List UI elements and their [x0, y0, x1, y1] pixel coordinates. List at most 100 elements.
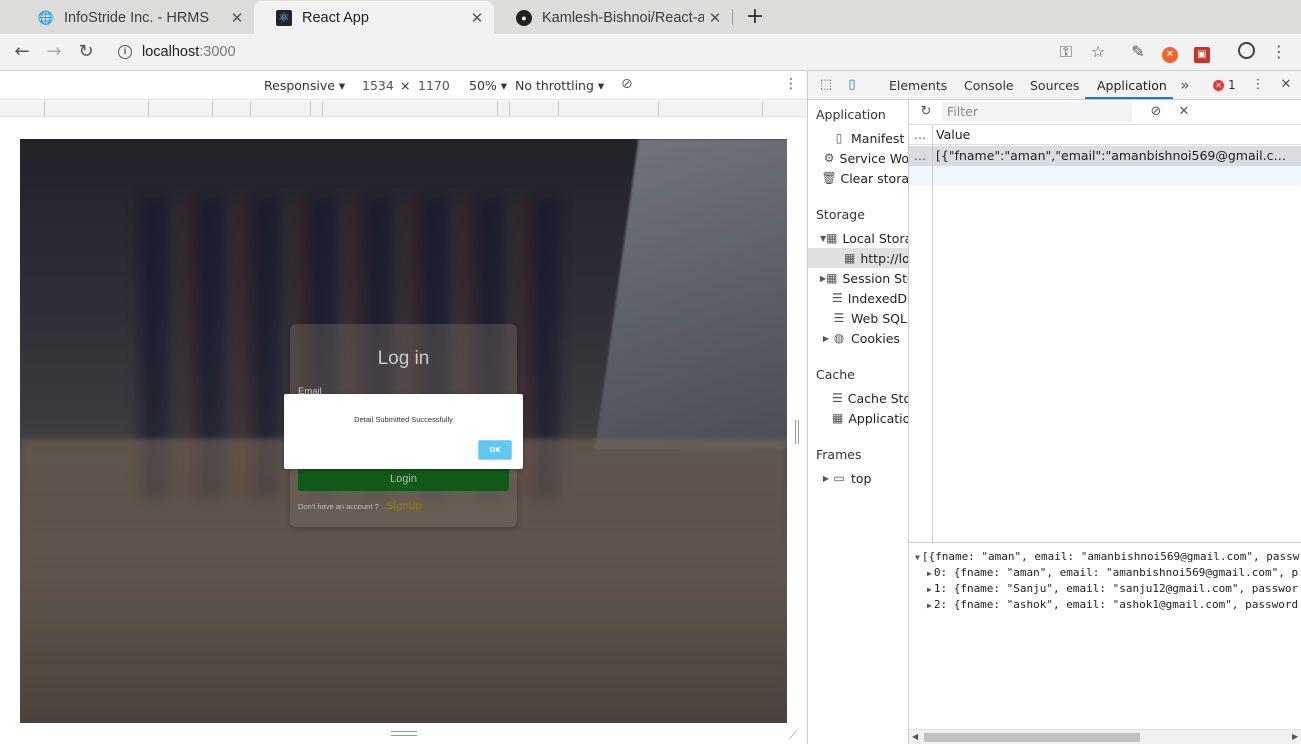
eyedropper-icon[interactable]: ✎	[1127, 42, 1149, 62]
more-tabs-icon[interactable]: »	[1176, 77, 1194, 93]
filter-input[interactable]: Filter	[942, 102, 1132, 122]
grid-icon: ▦	[844, 251, 856, 265]
database-icon: ☰	[832, 391, 843, 405]
info-icon[interactable]: i	[118, 45, 132, 59]
sidebar-item-local-storage[interactable]: ▼ ▦ Local Stora	[808, 228, 908, 248]
tab-console[interactable]: Console	[964, 78, 1014, 93]
throttling-select[interactable]: No throttling ▾	[515, 78, 604, 93]
tab-application[interactable]: Application	[1097, 78, 1167, 93]
preview-root-line[interactable]: ▼ [{fname: "aman", email: "amanbishnoi569…	[915, 550, 1299, 563]
signup-link[interactable]: SignUp	[387, 501, 422, 512]
inspect-element-icon[interactable]: ⬚	[817, 77, 835, 93]
key-icon[interactable]: ⚿	[1055, 42, 1077, 62]
sidebar-item-cookies[interactable]: ▶ ◍ Cookies	[808, 328, 908, 348]
table-header: ... Value	[909, 125, 1301, 145]
horizontal-scrollbar[interactable]: ◀ ▶	[909, 729, 1301, 744]
devtools-panel: ⬚ ▯ Elements Console Sources Application…	[807, 71, 1301, 744]
sidebar-item-service-workers[interactable]: ⚙ Service Wo	[808, 148, 908, 168]
sidebar-item-session-storage[interactable]: ▶ ▦ Session Sto	[808, 268, 908, 288]
application-sidebar: Application ▯ Manifest ⚙ Service Wo 🗑 Clear…	[808, 100, 909, 744]
preview-item-1[interactable]: ▶ 1: {fname: "Sanju", email: "sanju12@gma…	[927, 582, 1298, 595]
expand-closed-icon[interactable]: ▶	[820, 474, 832, 483]
local-storage-table: ... Value ... [{"fname":"aman","email":"…	[909, 125, 1301, 543]
section-storage-title: Storage	[816, 207, 865, 222]
block-icon[interactable]: ⊘	[1148, 104, 1164, 120]
column-divider[interactable]	[932, 125, 933, 543]
sidebar-item-web-sql[interactable]: ☰ Web SQL	[808, 308, 908, 328]
alert-ok-button[interactable]: OK	[478, 440, 512, 460]
expand-closed-icon[interactable]: ▶	[820, 334, 832, 343]
close-icon[interactable]: ✕	[704, 9, 726, 27]
sidebar-item-local-storage-origin[interactable]: ▦ http://lo	[808, 248, 908, 268]
browser-tab-hrms[interactable]: 🌐 InfoStride Inc. - HRMS ✕	[16, 1, 254, 34]
device-menu-dots-icon[interactable]: ⋮	[784, 76, 798, 92]
sidebar-item-frame-top[interactable]: ▶ ▭ top	[808, 468, 908, 488]
emulated-page: Log in Email Login Don't have an account…	[20, 139, 787, 723]
url-port: :3000	[199, 44, 236, 60]
reload-icon[interactable]: ↻	[74, 41, 98, 63]
storage-filter-bar: ↻ Filter ⊘ ✕	[909, 100, 1301, 125]
trash-icon: 🗑	[821, 171, 837, 185]
scrollbar-thumb[interactable]	[924, 733, 1140, 742]
value-column-header[interactable]: Value	[936, 127, 970, 142]
device-toolbar: Responsive ▾ 1534 × 1170 50% ▾ No thrott…	[0, 71, 807, 100]
preview-item-0[interactable]: ▶ 0: {fname: "aman", email: "amanbishnoi5…	[927, 566, 1298, 579]
new-tab-button[interactable]: +	[744, 4, 766, 30]
menu-dots-icon[interactable]: ⋮	[1268, 42, 1290, 62]
delete-selected-icon[interactable]: ✕	[1176, 104, 1192, 120]
media-query-ruler[interactable]	[0, 101, 807, 117]
section-application-title: Application	[816, 107, 886, 122]
table-row-empty[interactable]	[909, 166, 1301, 186]
scroll-left-arrow-icon[interactable]: ◀	[912, 732, 918, 741]
viewport-height-input[interactable]: 1170	[418, 78, 450, 93]
forward-arrow-icon[interactable]: →	[42, 41, 66, 63]
extension-orange-icon[interactable]: ✕	[1159, 42, 1181, 63]
star-icon[interactable]: ☆	[1087, 42, 1109, 62]
login-button[interactable]: Login	[298, 467, 509, 491]
sidebar-item-cache-storage[interactable]: ☰Cache Stora	[808, 388, 908, 408]
expand-closed-icon[interactable]: ▶	[927, 585, 932, 594]
tab-sources[interactable]: Sources	[1030, 78, 1079, 93]
zoom-select[interactable]: 50% ▾	[469, 78, 507, 93]
expand-closed-icon[interactable]: ▶	[927, 601, 932, 610]
expand-closed-icon[interactable]: ▶	[927, 569, 932, 578]
sidebar-item-manifest[interactable]: ▯ Manifest	[808, 128, 908, 148]
close-devtools-icon[interactable]: ✕	[1277, 77, 1295, 93]
database-icon: ☰	[832, 291, 843, 305]
error-count-badge[interactable]: ✕ 1	[1213, 78, 1236, 92]
sidebar-item-indexeddb[interactable]: ☰ IndexedDE	[808, 288, 908, 308]
tab-elements[interactable]: Elements	[889, 78, 947, 93]
scroll-right-arrow-icon[interactable]: ▶	[1292, 732, 1298, 741]
back-arrow-icon[interactable]: ←	[10, 41, 34, 63]
browser-tab-github[interactable]: ● Kamlesh-Bishnoi/React-a ✕	[494, 1, 732, 34]
close-icon[interactable]: ✕	[466, 9, 488, 27]
preview-item-2[interactable]: ▶ 2: {fname: "ashok", email: "ashok1@gmai…	[927, 598, 1298, 611]
viewport-width-input[interactable]: 1534	[362, 78, 394, 93]
address-bar[interactable]: i localhost:3000	[118, 42, 236, 62]
sidebar-item-clear-storage[interactable]: 🗑 Clear stora	[808, 168, 908, 188]
devtools-menu-dots-icon[interactable]: ⋮	[1249, 77, 1267, 93]
extension-red-icon[interactable]: ▣	[1191, 42, 1213, 63]
viewport-resize-handle-right[interactable]	[795, 420, 799, 444]
device-toggle-icon[interactable]: ▯	[843, 77, 861, 93]
browser-tab-react-app[interactable]: ⚛ React App ✕	[254, 1, 494, 34]
key-column-header[interactable]: ...	[914, 127, 926, 142]
viewport-resize-handle-corner[interactable]: ⟋	[789, 728, 803, 742]
globe-icon: 🌐	[37, 9, 55, 25]
device-mode-select[interactable]: Responsive ▾	[264, 78, 345, 93]
dimension-separator: ×	[400, 78, 411, 93]
grid-icon: ▦	[832, 411, 844, 425]
close-icon[interactable]: ✕	[226, 9, 248, 27]
refresh-icon[interactable]: ↻	[918, 104, 934, 120]
alert-message: Detail Submitted Successfully	[354, 415, 453, 424]
react-icon: ⚛	[276, 9, 292, 26]
profile-icon[interactable]	[1235, 42, 1257, 62]
section-frames-title: Frames	[816, 447, 862, 462]
sidebar-item-application-cache[interactable]: ▦Application	[808, 408, 908, 428]
active-tab-indicator	[1085, 97, 1173, 99]
table-row[interactable]: ... [{"fname":"aman","email":"amanbishno…	[909, 146, 1301, 166]
viewport-resize-handle-bottom[interactable]	[391, 731, 417, 736]
rotate-icon[interactable]: ⊘	[621, 76, 633, 92]
expand-open-icon[interactable]: ▼	[915, 553, 920, 562]
value-cell: [{"fname":"aman","email":"amanbishnoi569…	[936, 148, 1286, 163]
